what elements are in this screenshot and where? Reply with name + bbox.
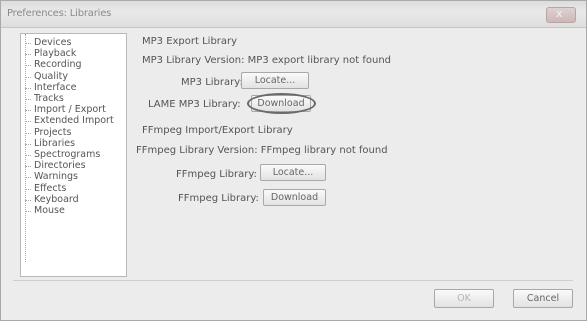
ffmpeg-locate-button[interactable]: Locate... — [260, 164, 326, 181]
lame-library-label: LAME MP3 Library: — [148, 99, 241, 110]
libraries-panel: MP3 Export Library MP3 Library Version: … — [132, 31, 572, 281]
sidebar-item-import-export[interactable]: Import / Export — [21, 104, 126, 115]
sidebar-item-projects[interactable]: Projects — [21, 127, 126, 138]
sidebar-item-mouse[interactable]: Mouse — [21, 205, 126, 216]
sidebar-item-recording[interactable]: Recording — [21, 59, 126, 70]
sidebar-item-playback[interactable]: Playback — [21, 48, 126, 59]
ffmpeg-section-title: FFmpeg Import/Export Library — [142, 125, 293, 136]
close-icon: x — [556, 7, 563, 20]
ffmpeg-library-label-2: FFmpeg Library: — [178, 193, 259, 204]
sidebar-item-keyboard[interactable]: Keyboard — [21, 194, 126, 205]
preferences-window: Preferences: Libraries x Devices Playbac… — [0, 0, 587, 321]
mp3-locate-button[interactable]: Locate... — [241, 72, 309, 89]
sidebar-item-warnings[interactable]: Warnings — [21, 171, 126, 182]
sidebar-item-libraries[interactable]: Libraries — [21, 138, 126, 149]
mp3-section-title: MP3 Export Library — [142, 36, 238, 47]
ffmpeg-library-label: FFmpeg Library: — [176, 169, 257, 180]
mp3-version-text: MP3 Library Version: MP3 export library … — [142, 55, 392, 66]
cancel-button[interactable]: Cancel — [513, 289, 573, 308]
sidebar-item-quality[interactable]: Quality — [21, 71, 126, 82]
sidebar-item-interface[interactable]: Interface — [21, 82, 126, 93]
sidebar-item-spectrograms[interactable]: Spectrograms — [21, 149, 126, 160]
sidebar-item-extended-import[interactable]: Extended Import — [21, 115, 126, 126]
sidebar-item-directories[interactable]: Directories — [21, 160, 126, 171]
footer-separator — [13, 280, 573, 281]
sidebar-item-devices[interactable]: Devices — [21, 37, 126, 48]
ffmpeg-download-button[interactable]: Download — [263, 189, 326, 206]
ffmpeg-version-text: FFmpeg Library Version: FFmpeg library n… — [136, 145, 388, 156]
window-title: Preferences: Libraries — [7, 8, 112, 19]
mp3-library-label: MP3 Library: — [181, 77, 243, 88]
close-button[interactable]: x — [546, 7, 576, 23]
title-bar: Preferences: Libraries x — [1, 1, 586, 28]
sidebar-item-tracks[interactable]: Tracks — [21, 93, 126, 104]
highlight-circle — [247, 93, 316, 114]
sidebar-item-effects[interactable]: Effects — [21, 183, 126, 194]
ok-button[interactable]: OK — [434, 289, 494, 308]
preferences-category-tree: Devices Playback Recording Quality Inter… — [20, 33, 127, 277]
